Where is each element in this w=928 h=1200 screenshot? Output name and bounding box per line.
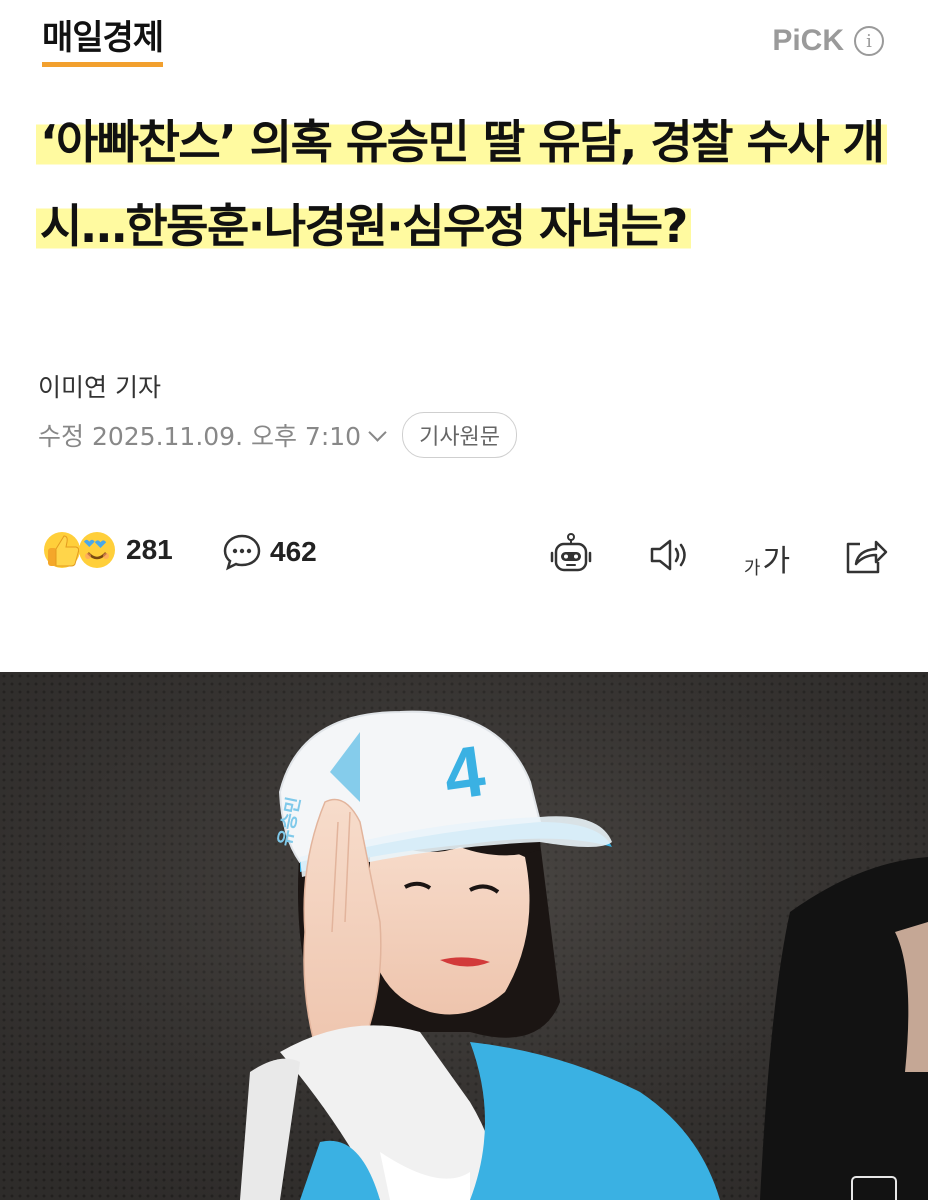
share-icon bbox=[846, 540, 888, 574]
photo-illustration: 4 유승민 bbox=[0, 672, 928, 1200]
comment-bubble-icon bbox=[223, 534, 261, 571]
toolbar: 가가 bbox=[546, 530, 890, 580]
heart-eyes-emoji-icon bbox=[79, 532, 115, 568]
text-to-speech-button[interactable] bbox=[644, 530, 694, 580]
font-size-icon-small: 가 bbox=[743, 558, 761, 579]
font-size-icon-large: 가 bbox=[762, 544, 791, 579]
ai-summary-icon bbox=[550, 533, 592, 572]
reaction-count: 281 bbox=[126, 534, 173, 565]
speaker-icon bbox=[650, 539, 686, 571]
date-toggle[interactable]: 수정 2025.11.09. 오후 7:10 bbox=[38, 417, 387, 453]
share-button[interactable] bbox=[840, 530, 890, 580]
article-photo[interactable]: 4 유승민 bbox=[0, 672, 928, 1200]
reaction-button[interactable]: 281 bbox=[40, 528, 173, 572]
ai-summary-button[interactable] bbox=[546, 530, 596, 580]
article-title-text: ‘아빠찬스’ 의혹 유승민 딸 유담, 경찰 수사 개시…한동훈·나경원·심우정… bbox=[36, 115, 888, 253]
chevron-down-icon bbox=[368, 422, 387, 442]
author-name[interactable]: 이미연 기자 bbox=[38, 368, 161, 404]
pick-label: PiCK bbox=[772, 24, 844, 57]
publisher-logo[interactable]: 매일경제 bbox=[42, 18, 164, 67]
pick-badge[interactable]: PiCK i bbox=[772, 24, 884, 58]
comment-count: 462 bbox=[270, 536, 317, 567]
info-icon[interactable]: i bbox=[854, 26, 884, 56]
top-bar: 매일경제 PiCK i bbox=[0, 0, 928, 90]
article-title: ‘아빠찬스’ 의혹 유승민 딸 유담, 경찰 수사 개시…한동훈·나경원·심우정… bbox=[36, 100, 906, 268]
modified-date: 수정 2025.11.09. 오후 7:10 bbox=[38, 422, 362, 451]
action-bar: 281 462 가 가 bbox=[40, 528, 890, 584]
article-meta: 수정 2025.11.09. 오후 7:10 기사원문 bbox=[38, 412, 518, 458]
original-article-button[interactable]: 기사원문 bbox=[402, 412, 518, 458]
font-size-button[interactable]: 가가 bbox=[742, 530, 792, 580]
comment-button[interactable]: 462 bbox=[222, 532, 317, 572]
